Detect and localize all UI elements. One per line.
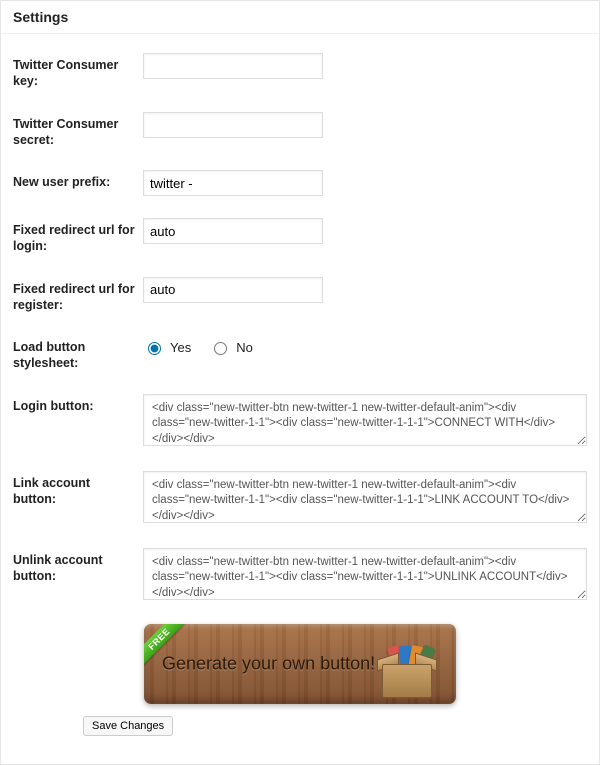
radio-item-no[interactable]: No [209, 339, 253, 355]
panel-title: Settings [1, 1, 599, 34]
textarea-unlink-account-button[interactable] [143, 548, 587, 600]
label-consumer-secret: Twitter Consumer secret: [13, 112, 143, 149]
row-new-user-prefix: New user prefix: [13, 159, 587, 207]
label-redirect-login: Fixed redirect url for login: [13, 218, 143, 255]
input-redirect-register[interactable] [143, 277, 323, 303]
radio-yes[interactable] [148, 342, 161, 355]
label-redirect-register: Fixed redirect url for register: [13, 277, 143, 314]
settings-panel: Settings Twitter Consumer key: Twitter C… [0, 0, 600, 765]
label-consumer-key: Twitter Consumer key: [13, 53, 143, 90]
radio-yes-label: Yes [170, 340, 191, 355]
banner-text: Generate your own button! [162, 653, 375, 674]
generate-button-banner[interactable]: FREE Generate your own button! [144, 624, 456, 704]
settings-form: Twitter Consumer key: Twitter Consumer s… [1, 34, 599, 764]
radio-no[interactable] [214, 342, 227, 355]
label-new-user-prefix: New user prefix: [13, 170, 143, 190]
textarea-login-button[interactable] [143, 394, 587, 446]
row-load-stylesheet: Load button stylesheet: Yes No [13, 324, 587, 383]
row-consumer-key: Twitter Consumer key: [13, 42, 587, 101]
banner-wrap: FREE Generate your own button! [13, 614, 587, 712]
radio-item-yes[interactable]: Yes [143, 339, 191, 355]
save-changes-button[interactable]: Save Changes [83, 716, 173, 736]
input-consumer-secret[interactable] [143, 112, 323, 138]
label-login-button: Login button: [13, 394, 143, 414]
radio-no-label: No [236, 340, 253, 355]
box-icon [376, 638, 440, 698]
row-login-button: Login button: [13, 383, 587, 460]
input-new-user-prefix[interactable] [143, 170, 323, 196]
label-unlink-account-button: Unlink account button: [13, 548, 143, 585]
textarea-link-account-button[interactable] [143, 471, 587, 523]
radio-group-load-stylesheet: Yes No [143, 335, 587, 355]
row-redirect-login: Fixed redirect url for login: [13, 207, 587, 266]
input-consumer-key[interactable] [143, 53, 323, 79]
row-redirect-register: Fixed redirect url for register: [13, 266, 587, 325]
save-row: Save Changes [13, 712, 587, 748]
row-unlink-account-button: Unlink account button: [13, 537, 587, 614]
label-link-account-button: Link account button: [13, 471, 143, 508]
label-load-stylesheet: Load button stylesheet: [13, 335, 143, 372]
row-link-account-button: Link account button: [13, 460, 587, 537]
input-redirect-login[interactable] [143, 218, 323, 244]
row-consumer-secret: Twitter Consumer secret: [13, 101, 587, 160]
